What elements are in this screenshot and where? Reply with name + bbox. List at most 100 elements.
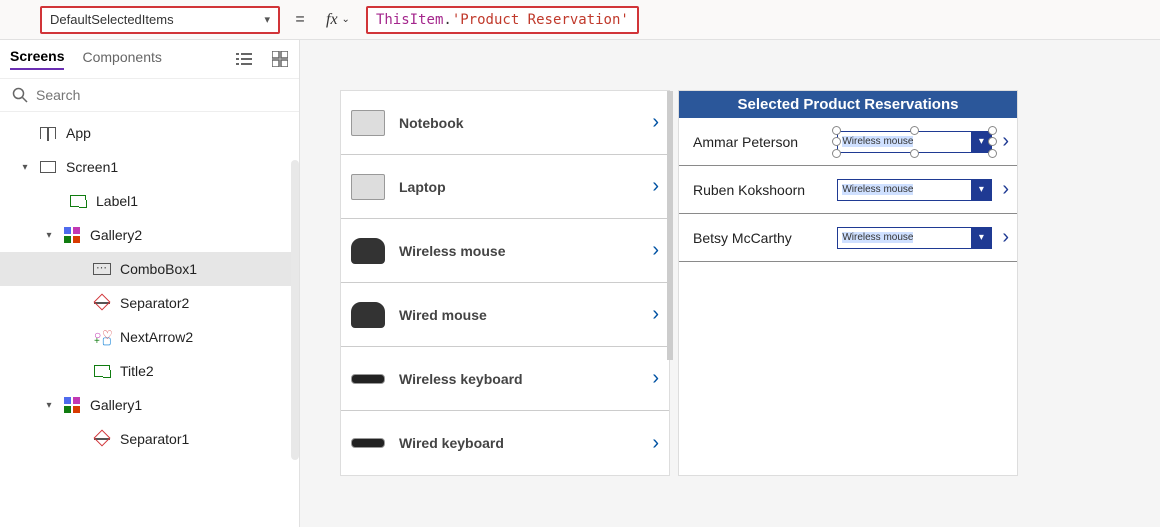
canvas: Notebook › Laptop › Wireless mouse › Wir…	[300, 40, 1160, 527]
person-name: Betsy McCarthy	[693, 230, 831, 246]
tab-components[interactable]: Components	[82, 49, 161, 69]
tree-node-app[interactable]: App	[0, 116, 299, 150]
product-thumb-icon	[351, 238, 385, 264]
tree-node-label1[interactable]: Label1	[0, 184, 299, 218]
label-icon	[92, 362, 112, 380]
tree-label: Title2	[120, 363, 154, 379]
tree-label: NextArrow2	[120, 329, 193, 345]
tree-label: Gallery2	[90, 227, 142, 243]
combobox-value: Wireless mouse	[838, 184, 971, 195]
label-icon	[68, 192, 88, 210]
app-icon	[38, 124, 58, 142]
tree-node-separator1[interactable]: Separator1	[0, 422, 299, 456]
tree-node-title2[interactable]: Title2	[0, 354, 299, 388]
separator-icon	[92, 430, 112, 448]
list-item[interactable]: Ruben Kokshoorn Wireless mouse ▾ ›	[679, 166, 1017, 214]
combobox-icon	[92, 260, 112, 278]
gallery2-reservations[interactable]: Selected Product Reservations Ammar Pete…	[678, 90, 1018, 476]
chevron-down-icon[interactable]: ▾	[971, 228, 991, 248]
list-item[interactable]: Betsy McCarthy Wireless mouse ▾ ›	[679, 214, 1017, 262]
chevron-right-icon[interactable]: ›	[652, 367, 659, 390]
caret-down-icon[interactable]: ▾	[44, 400, 54, 411]
tree-node-separator2[interactable]: Separator2	[0, 286, 299, 320]
chevron-right-icon[interactable]: ›	[652, 303, 659, 326]
list-item[interactable]: Laptop ›	[341, 155, 669, 219]
list-item[interactable]: Ammar Peterson Wireless mouse ▾	[679, 118, 1017, 166]
list-view-icon[interactable]	[235, 50, 253, 68]
chevron-right-icon[interactable]: ›	[1002, 178, 1009, 201]
resize-handle[interactable]	[910, 126, 919, 135]
tree-node-gallery1[interactable]: ▾ Gallery1	[0, 388, 299, 422]
screen-icon	[38, 158, 58, 176]
formula-bar: DefaultSelectedItems ▾ = fx ⌄ ThisItem .…	[0, 0, 1160, 40]
product-name: Wireless mouse	[399, 243, 638, 259]
chevron-down-icon[interactable]: ▾	[971, 180, 991, 200]
resize-handle[interactable]	[832, 126, 841, 135]
scrollbar[interactable]	[291, 160, 299, 460]
formula-token-field: 'Product Reservation'	[452, 12, 629, 28]
gallery1-products[interactable]: Notebook › Laptop › Wireless mouse › Wir…	[340, 90, 670, 476]
combobox[interactable]: Wireless mouse ▾	[837, 179, 992, 201]
resize-handle[interactable]	[988, 149, 997, 158]
property-dropdown[interactable]: DefaultSelectedItems ▾	[40, 6, 280, 34]
combobox[interactable]: Wireless mouse ▾	[837, 227, 992, 249]
formula-token-dot: .	[443, 12, 451, 28]
list-item[interactable]: Wired keyboard ›	[341, 411, 669, 475]
tree: App ▾ Screen1 Label1 ▾ Gallery2 ComboBox…	[0, 112, 299, 527]
tree-node-gallery2[interactable]: ▾ Gallery2	[0, 218, 299, 252]
product-name: Laptop	[399, 179, 638, 195]
combobox-value: Wireless mouse	[838, 136, 971, 147]
gallery-icon	[62, 226, 82, 244]
resize-handle[interactable]	[832, 149, 841, 158]
separator-icon	[92, 294, 112, 312]
formula-input[interactable]: ThisItem . 'Product Reservation'	[366, 6, 639, 34]
resize-handle[interactable]	[988, 126, 997, 135]
tree-label: Screen1	[66, 159, 118, 175]
resize-handle[interactable]	[832, 137, 841, 146]
product-name: Wireless keyboard	[399, 371, 638, 387]
grid-view-icon[interactable]	[271, 50, 289, 68]
person-name: Ammar Peterson	[693, 134, 831, 150]
product-thumb-icon	[351, 110, 385, 136]
panel-tabs: Screens Components	[0, 40, 299, 78]
combobox-value: Wireless mouse	[838, 232, 971, 243]
combobox-selected[interactable]: Wireless mouse ▾	[837, 131, 992, 153]
chevron-right-icon[interactable]: ›	[652, 239, 659, 262]
chevron-right-icon[interactable]: ›	[652, 111, 659, 134]
tree-label: App	[66, 125, 91, 141]
tab-screens[interactable]: Screens	[10, 48, 64, 70]
product-thumb-icon	[351, 302, 385, 328]
tree-node-combobox1[interactable]: ComboBox1	[0, 252, 299, 286]
chevron-right-icon[interactable]: ›	[652, 432, 659, 455]
fx-label: fx	[326, 11, 338, 29]
app-preview: Notebook › Laptop › Wireless mouse › Wir…	[340, 90, 1120, 476]
tree-label: Label1	[96, 193, 138, 209]
chevron-right-icon[interactable]: ›	[652, 175, 659, 198]
search-input[interactable]	[36, 87, 287, 103]
tree-label: Gallery1	[90, 397, 142, 413]
fx-dropdown[interactable]: fx ⌄	[320, 6, 356, 34]
tree-label: ComboBox1	[120, 261, 197, 277]
property-name: DefaultSelectedItems	[50, 12, 174, 27]
tree-node-nextarrow2[interactable]: +▢ NextArrow2	[0, 320, 299, 354]
person-name: Ruben Kokshoorn	[693, 182, 831, 198]
search-icon	[12, 87, 28, 103]
caret-down-icon[interactable]: ▾	[44, 230, 54, 241]
chevron-right-icon[interactable]: ›	[1002, 130, 1009, 153]
gallery-icon	[62, 396, 82, 414]
product-thumb-icon	[351, 438, 385, 448]
resize-handle[interactable]	[910, 149, 919, 158]
chevron-right-icon[interactable]: ›	[1002, 226, 1009, 249]
tree-label: Separator2	[120, 295, 189, 311]
list-item[interactable]: Notebook ›	[341, 91, 669, 155]
equals-sign: =	[290, 11, 310, 29]
chevron-down-icon: ▾	[264, 13, 270, 26]
product-thumb-icon	[351, 174, 385, 200]
caret-down-icon[interactable]: ▾	[20, 162, 30, 173]
list-item[interactable]: Wireless mouse ›	[341, 219, 669, 283]
tree-node-screen1[interactable]: ▾ Screen1	[0, 150, 299, 184]
resize-handle[interactable]	[988, 137, 997, 146]
list-item[interactable]: Wireless keyboard ›	[341, 347, 669, 411]
reservations-header: Selected Product Reservations	[679, 91, 1017, 118]
list-item[interactable]: Wired mouse ›	[341, 283, 669, 347]
